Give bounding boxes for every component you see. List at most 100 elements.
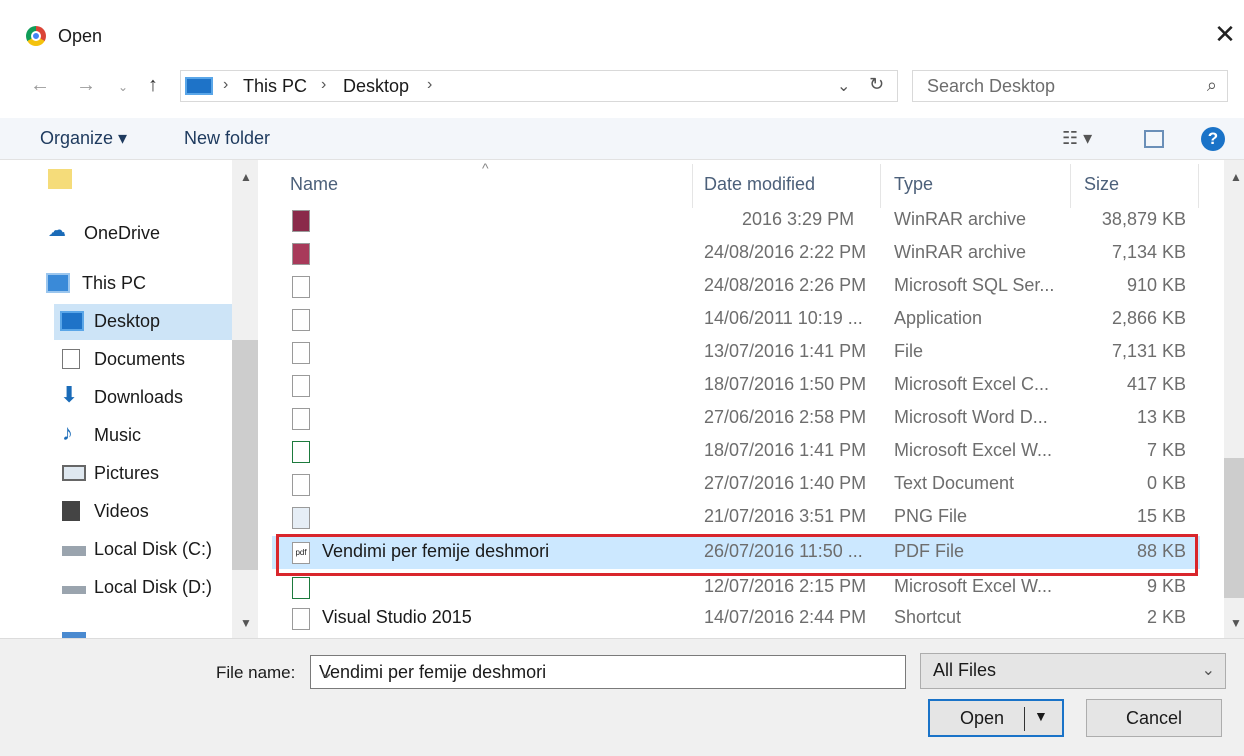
application-icon — [292, 309, 310, 331]
table-row[interactable]: Visual Studio 2015 14/07/2016 2:44 PM Sh… — [272, 602, 1200, 635]
file-type: Microsoft Word D... — [894, 407, 1048, 427]
sidebar-item-music[interactable]: ♪ Music — [54, 418, 244, 454]
column-header-type[interactable]: Type — [894, 174, 933, 195]
excel-file-icon — [292, 577, 310, 599]
sidebar-item-onedrive[interactable]: ☁ OneDrive — [40, 216, 230, 252]
sidebar-item-network[interactable] — [54, 618, 244, 638]
sidebar-item-label: Documents — [94, 349, 186, 369]
search-icon[interactable]: ⌕ — [1207, 75, 1217, 96]
file-date: 24/08/2016 2:26 PM — [704, 275, 867, 295]
text-file-icon — [292, 474, 310, 496]
column-header-size[interactable]: Size — [1084, 174, 1119, 195]
column-divider[interactable] — [1070, 164, 1071, 208]
chevron-down-icon[interactable]: ⌄ — [319, 662, 897, 683]
breadcrumb-desktop[interactable]: Desktop — [343, 76, 409, 97]
preview-pane-icon[interactable] — [1144, 130, 1164, 148]
sidebar-item-label: Pictures — [94, 463, 160, 483]
chevron-right-icon[interactable]: › — [321, 76, 326, 94]
chevron-down-icon[interactable]: ⌄ — [837, 76, 850, 96]
table-row[interactable]: 13/07/2016 1:41 PM File 7,131 KB — [272, 336, 1200, 369]
scroll-up-arrow-icon[interactable]: ▲ — [1230, 170, 1242, 184]
scroll-down-arrow-icon[interactable]: ▼ — [1230, 616, 1242, 630]
word-file-icon — [292, 408, 310, 430]
excel-file-icon — [292, 441, 310, 463]
file-size: 417 KB — [1126, 374, 1186, 394]
file-list-scrollbar-thumb[interactable] — [1224, 458, 1244, 598]
open-button[interactable]: Open ▼ — [928, 699, 1064, 737]
excel-file-icon — [292, 375, 310, 397]
file-size: 2,866 KB — [1111, 308, 1186, 328]
table-row[interactable]: 27/07/2016 1:40 PM Text Document 0 KB — [272, 468, 1200, 501]
file-type-filter[interactable]: All Files ⌄ — [920, 653, 1226, 689]
cancel-button[interactable]: Cancel — [1086, 699, 1222, 737]
column-header-date[interactable]: Date modified — [704, 174, 815, 195]
navigation-pane: ☁ OneDrive This PC Desktop Documents ⬇ D… — [0, 160, 258, 638]
sidebar-item-desktop[interactable]: Desktop — [54, 304, 244, 340]
file-size: 7,134 KB — [1111, 242, 1186, 262]
selection-highlight-box — [276, 534, 1198, 576]
sidebar-item-label: OneDrive — [84, 223, 161, 243]
column-divider[interactable] — [692, 164, 693, 208]
videos-icon — [62, 501, 80, 521]
open-button-label: Open — [960, 708, 1005, 728]
file-date: 14/06/2011 10:19 ... — [704, 308, 863, 328]
sidebar-item-documents[interactable]: Documents — [54, 342, 244, 378]
view-options-icon[interactable]: ☷ ▾ — [1062, 128, 1092, 149]
sidebar-item-label: Local Disk (D:) — [94, 577, 213, 597]
file-type: PNG File — [894, 506, 968, 526]
file-name-field[interactable]: Vendimi per femije deshmori ⌄ — [310, 655, 906, 689]
sidebar-item-videos[interactable]: Videos — [54, 494, 244, 530]
sidebar-item-local-disk-d[interactable]: Local Disk (D:) — [54, 570, 244, 606]
button-split-divider — [1024, 707, 1025, 731]
close-button[interactable]: ✕ — [1210, 20, 1240, 50]
table-row[interactable]: 18/07/2016 1:41 PM Microsoft Excel W... … — [272, 435, 1200, 468]
breadcrumb-this-pc[interactable]: This PC — [243, 76, 307, 97]
column-divider[interactable] — [880, 164, 881, 208]
file-size: 7,131 KB — [1111, 341, 1186, 361]
scroll-down-arrow-icon[interactable]: ▼ — [240, 616, 252, 630]
file-type: Microsoft SQL Ser... — [894, 275, 1055, 295]
organize-button[interactable]: Organize ▾ — [40, 128, 127, 149]
table-row[interactable]: 2016 3:29 PM WinRAR archive 38,879 KB — [272, 204, 1200, 237]
search-input[interactable]: Search Desktop ⌕ — [912, 70, 1228, 102]
scroll-up-arrow-icon[interactable]: ▲ — [240, 170, 252, 184]
forward-arrow-icon[interactable]: → — [76, 74, 96, 97]
sidebar-item-this-pc[interactable]: This PC — [38, 266, 228, 302]
new-folder-button[interactable]: New folder — [184, 128, 270, 149]
back-arrow-icon[interactable]: ← — [30, 74, 50, 97]
file-type: WinRAR archive — [894, 209, 1027, 229]
sidebar-scrollbar-thumb[interactable] — [232, 340, 258, 570]
column-divider[interactable] — [1198, 164, 1199, 208]
column-header-name[interactable]: Name — [290, 174, 338, 195]
dropdown-arrow-icon[interactable]: ▼ — [1034, 708, 1048, 724]
table-row[interactable]: 21/07/2016 3:51 PM PNG File 15 KB — [272, 501, 1200, 534]
chevron-right-icon[interactable]: › — [427, 76, 432, 94]
table-row[interactable]: 24/08/2016 2:22 PM WinRAR archive 7,134 … — [272, 237, 1200, 270]
table-row[interactable]: 24/08/2016 2:26 PM Microsoft SQL Ser... … — [272, 270, 1200, 303]
archive-icon — [292, 243, 310, 265]
refresh-icon[interactable]: ↻ — [869, 74, 884, 95]
sidebar-item-pictures[interactable]: Pictures — [54, 456, 244, 492]
table-row[interactable]: 27/06/2016 2:58 PM Microsoft Word D... 1… — [272, 402, 1200, 435]
sidebar-item-local-disk-c[interactable]: Local Disk (C:) — [54, 532, 244, 568]
recent-locations-icon[interactable]: ⌄ — [118, 80, 128, 94]
open-file-dialog: Open ✕ ← → ⌄ ↑ › This PC › Desktop › ⌄ ↻… — [0, 0, 1244, 756]
cloud-icon: ☁ — [48, 220, 66, 240]
file-size: 15 KB — [1136, 506, 1186, 526]
file-size: 38,879 KB — [1101, 209, 1186, 229]
chevron-right-icon[interactable]: › — [223, 76, 228, 94]
drive-icon — [62, 546, 86, 556]
shortcut-icon — [292, 608, 310, 630]
help-icon[interactable]: ? — [1201, 127, 1225, 151]
sidebar-item-label: Local Disk (C:) — [94, 539, 213, 559]
file-type: File — [894, 341, 924, 361]
sidebar-item-quick-access[interactable] — [40, 162, 230, 198]
chevron-down-icon[interactable]: ⌄ — [1202, 660, 1215, 680]
table-row[interactable]: 18/07/2016 1:50 PM Microsoft Excel C... … — [272, 369, 1200, 402]
table-row[interactable]: 14/06/2011 10:19 ... Application 2,866 K… — [272, 303, 1200, 336]
file-date: 27/07/2016 1:40 PM — [704, 473, 867, 493]
address-bar[interactable]: › This PC › Desktop › ⌄ ↻ — [180, 70, 898, 102]
sidebar-item-downloads[interactable]: ⬇ Downloads — [54, 380, 244, 416]
up-arrow-icon[interactable]: ↑ — [148, 74, 158, 97]
sidebar-item-label: This PC — [82, 273, 147, 293]
